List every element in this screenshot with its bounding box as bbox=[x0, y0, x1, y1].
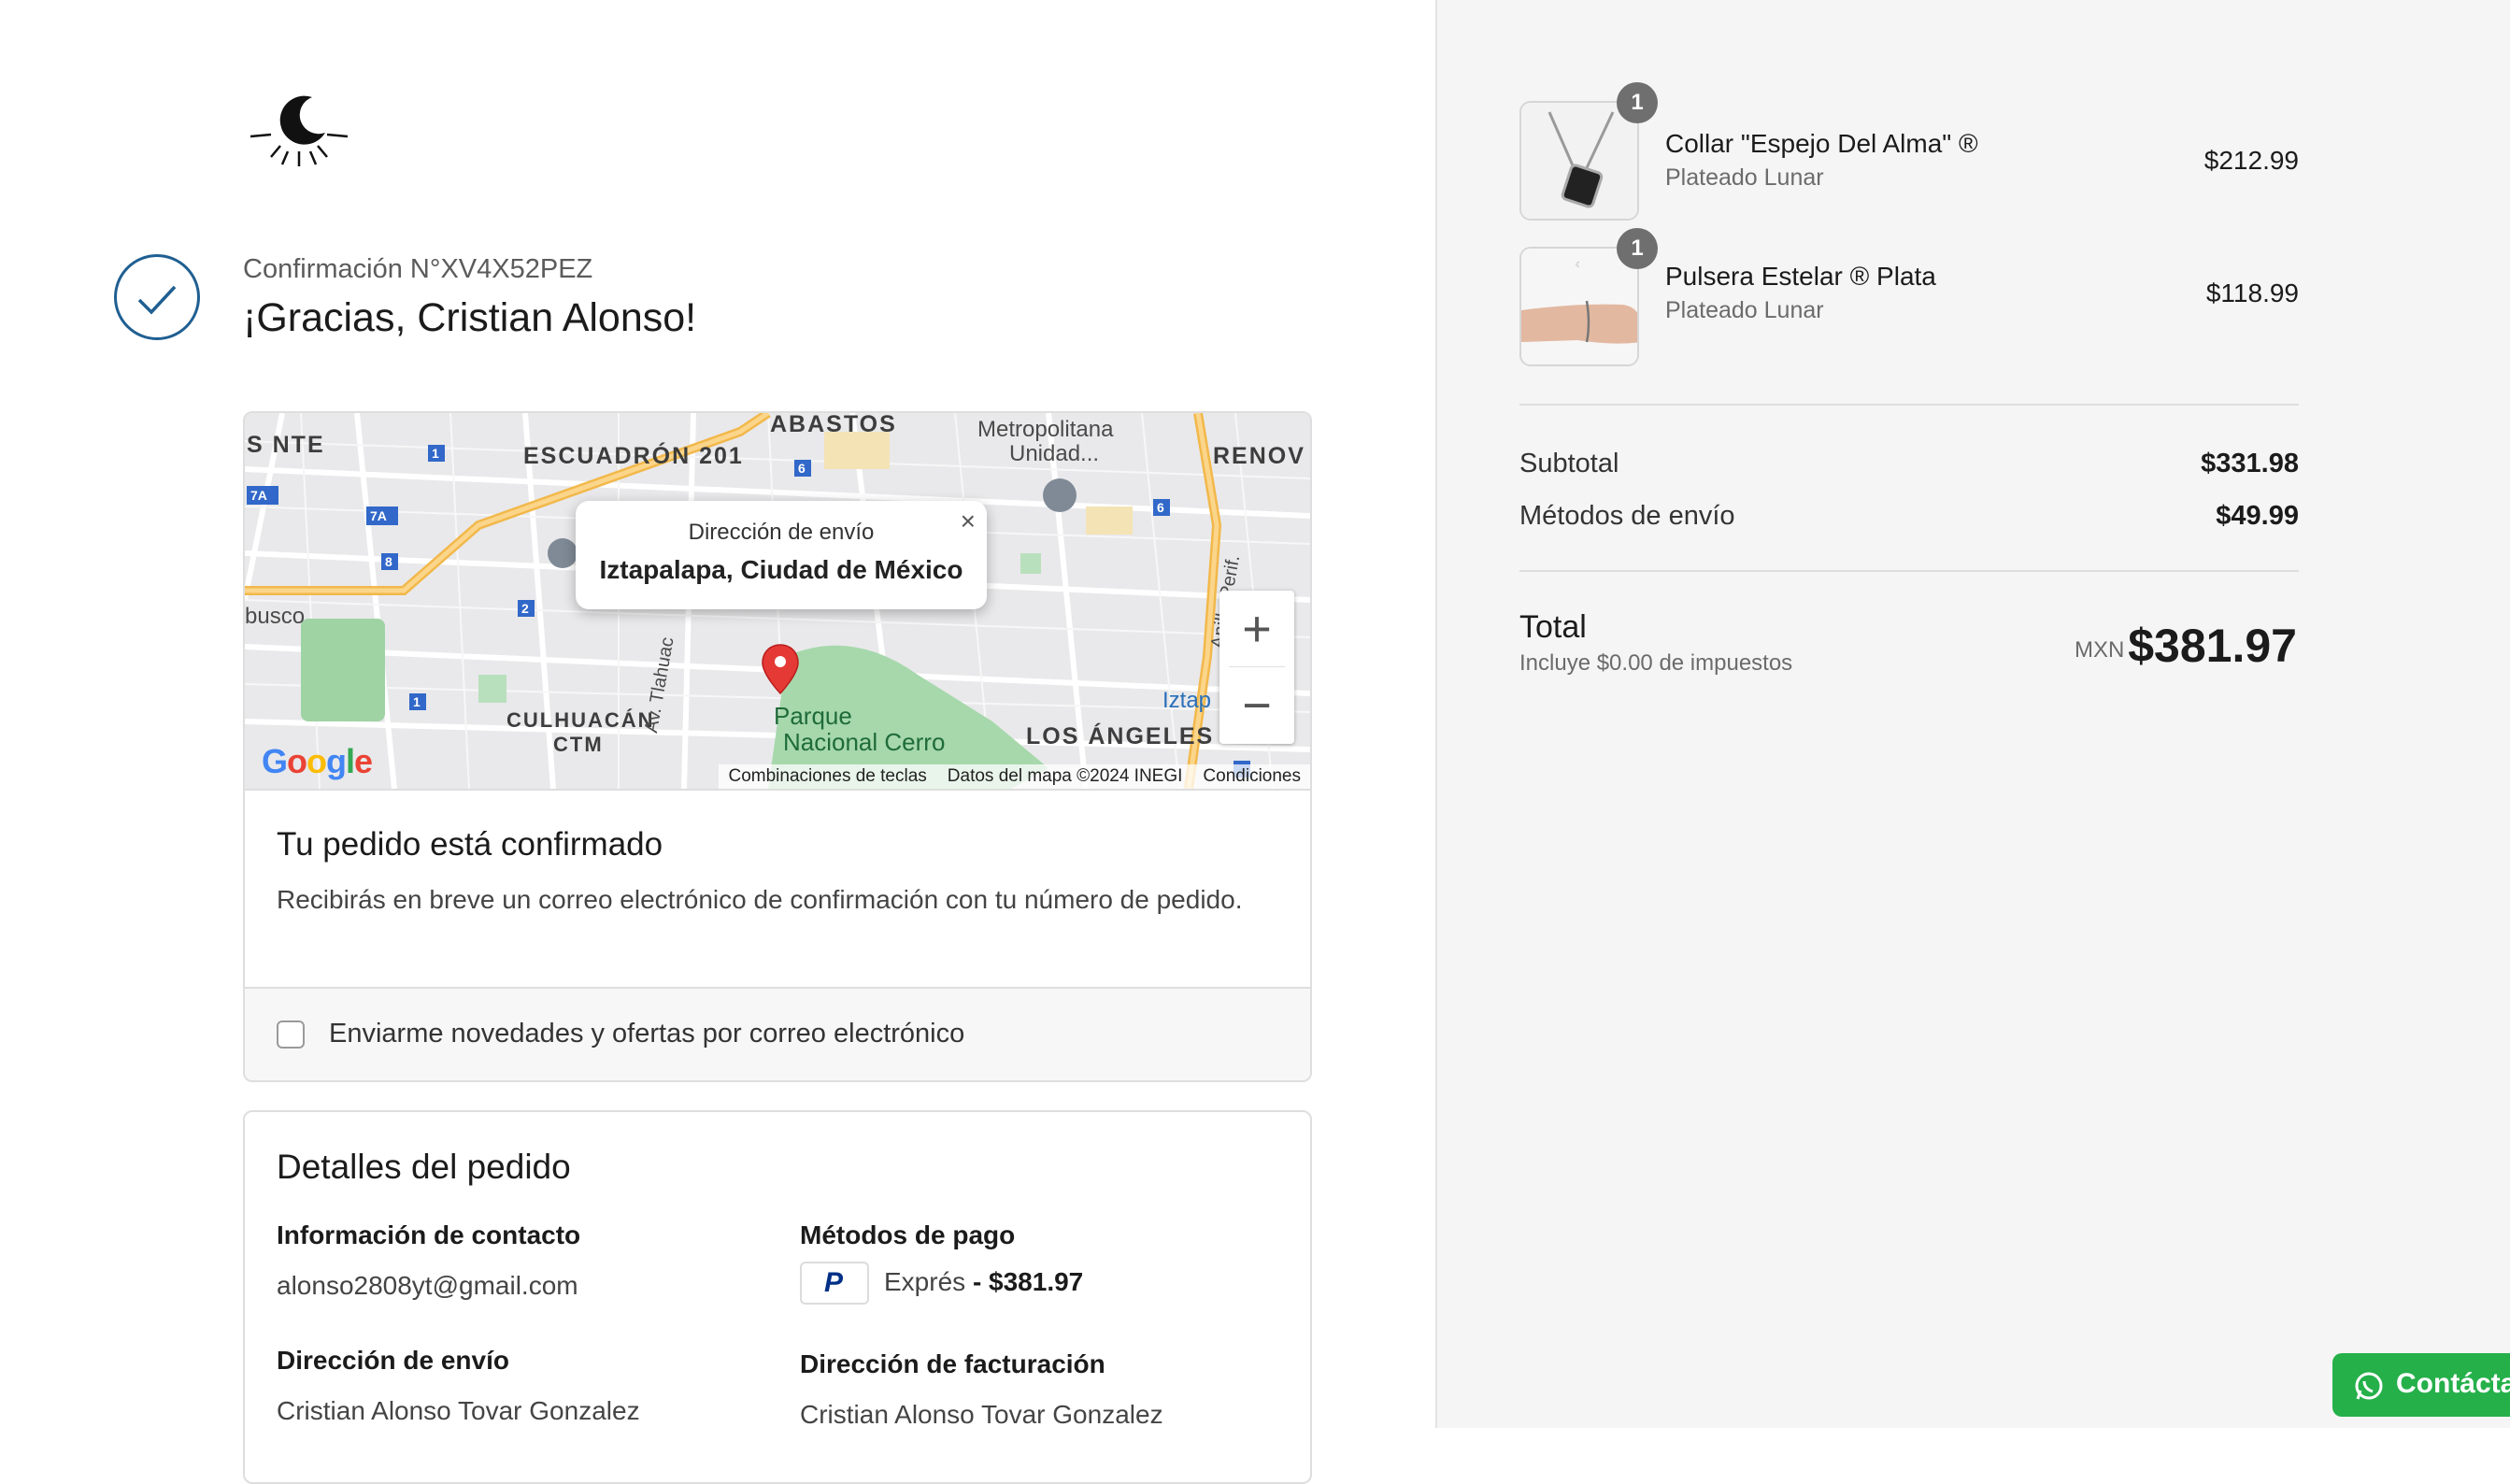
map-footer: Combinaciones de teclas Datos del mapa ©… bbox=[719, 764, 1310, 789]
map-label: Iztap bbox=[1162, 688, 1212, 713]
paypal-icon: P bbox=[800, 1262, 869, 1305]
shipping-address-name: Cristian Alonso Tovar Gonzalez bbox=[277, 1396, 640, 1425]
google-logo: Google bbox=[262, 742, 373, 780]
whatsapp-icon bbox=[2355, 1372, 2383, 1400]
confirmed-text: Recibirás en breve un correo electrónico… bbox=[277, 885, 1243, 914]
total-label: Total bbox=[1519, 609, 1587, 645]
item-name: Pulsera Estelar ® Plata bbox=[1665, 262, 1936, 291]
map-label: Unidad... bbox=[1009, 441, 1100, 466]
billing-address-heading: Dirección de facturación bbox=[800, 1349, 1105, 1378]
popup-address: Iztapalapa, Ciudad de México bbox=[599, 555, 963, 584]
success-check-icon bbox=[114, 254, 200, 340]
checkout-main: Confirmación N°XV4X52PEZ ¡Gracias, Crist… bbox=[0, 0, 1435, 1484]
subtotal-label: Subtotal bbox=[1519, 449, 1619, 478]
item-variant: Plateado Lunar bbox=[1665, 164, 1824, 191]
payment-amount: - $381.97 bbox=[972, 1267, 1084, 1296]
order-summary: 1 Collar "Espejo Del Alma" ® Plateado Lu… bbox=[1435, 0, 2510, 1428]
confirmation-number: Confirmación N°XV4X52PEZ bbox=[243, 254, 593, 284]
whatsapp-contact-button[interactable]: Contácta bbox=[2332, 1353, 2510, 1417]
thank-you-heading: ¡Gracias, Cristian Alonso! bbox=[243, 295, 697, 340]
svg-text:7A: 7A bbox=[370, 508, 387, 523]
map-pin-icon bbox=[762, 644, 799, 695]
address-popup: Dirección de envío Iztapalapa, Ciudad de… bbox=[576, 501, 987, 609]
shipping-value: $49.99 bbox=[2216, 501, 2299, 531]
quantity-badge: 1 bbox=[1617, 82, 1658, 123]
shipping-map[interactable]: 1 7A 7A 8 2 1 6 6 ABASTOS ESCUADRÓN 201 S NTE… bbox=[245, 413, 1310, 789]
popup-title: Dirección de envío bbox=[688, 520, 875, 545]
shipping-label: Métodos de envío bbox=[1519, 501, 1735, 531]
map-label: CULHUACÁN bbox=[506, 708, 655, 732]
divider bbox=[1519, 404, 2299, 406]
tax-note: Incluye $0.00 de impuestos bbox=[1519, 650, 1793, 676]
map-zoom-controls: + − bbox=[1219, 591, 1294, 744]
divider bbox=[1519, 570, 2299, 572]
svg-text:7A: 7A bbox=[250, 488, 267, 503]
item-price: $212.99 bbox=[2203, 146, 2299, 175]
item-name: Collar "Espejo Del Alma" ® bbox=[1665, 129, 1978, 158]
moon-sun-logo-icon bbox=[250, 95, 349, 166]
order-details-card: Detalles del pedido Información de conta… bbox=[243, 1110, 1312, 1484]
shipping-address-heading: Dirección de envío bbox=[277, 1346, 509, 1375]
map-label: S NTE bbox=[247, 432, 325, 458]
product-thumbnail: ☾ bbox=[1519, 247, 1639, 366]
newsletter-label[interactable]: Enviarme novedades y ofertas por correo … bbox=[329, 1019, 964, 1049]
bracelet-image-icon: ☾ bbox=[1521, 249, 1637, 364]
contact-heading: Información de contacto bbox=[277, 1220, 581, 1249]
map-label: busco bbox=[245, 604, 306, 629]
svg-text:6: 6 bbox=[1157, 500, 1164, 515]
cart-item: ☾ 1 Pulsera Estelar ® Plata Plateado Lun… bbox=[1519, 228, 2299, 368]
total-value: $381.97 bbox=[2128, 620, 2297, 672]
map-terms-link[interactable]: Condiciones bbox=[1203, 764, 1301, 789]
confirmed-title: Tu pedido está confirmado bbox=[277, 826, 663, 863]
svg-text:☾: ☾ bbox=[1576, 261, 1582, 269]
svg-text:8: 8 bbox=[385, 554, 392, 569]
svg-text:6: 6 bbox=[798, 461, 806, 476]
map-label: ESCUADRÓN 201 bbox=[523, 443, 744, 469]
keyboard-shortcuts-link[interactable]: Combinaciones de teclas bbox=[728, 764, 926, 789]
whatsapp-label[interactable]: Contácta bbox=[2396, 1368, 2510, 1400]
newsletter-optin[interactable]: Enviarme novedades y ofertas por correo … bbox=[245, 987, 1310, 1080]
close-icon[interactable]: × bbox=[961, 507, 976, 536]
svg-text:1: 1 bbox=[432, 446, 439, 461]
map-label: CTM bbox=[553, 733, 604, 756]
svg-text:2: 2 bbox=[521, 601, 529, 616]
payment-method: Exprés bbox=[884, 1267, 966, 1296]
zoom-in-button[interactable]: + bbox=[1219, 591, 1294, 667]
item-variant: Plateado Lunar bbox=[1665, 297, 1824, 323]
quantity-badge: 1 bbox=[1617, 228, 1658, 269]
currency-code: MXN bbox=[2075, 637, 2125, 663]
newsletter-checkbox[interactable] bbox=[277, 1020, 305, 1049]
shipping-row: Métodos de envío $49.99 bbox=[1519, 501, 2299, 532]
zoom-out-button[interactable]: − bbox=[1219, 667, 1294, 744]
map-label: Nacional Cerro bbox=[783, 728, 946, 756]
confirmation-card: 1 7A 7A 8 2 1 6 6 ABASTOS ESCUADRÓN 201 S NTE… bbox=[243, 411, 1312, 1082]
product-thumbnail bbox=[1519, 101, 1639, 221]
map-label: ABASTOS bbox=[770, 413, 897, 437]
map-label: RENOV bbox=[1213, 443, 1305, 469]
billing-address-name: Cristian Alonso Tovar Gonzalez bbox=[800, 1400, 1163, 1429]
confirmation-section: Tu pedido está confirmado Recibirás en b… bbox=[245, 789, 1310, 976]
subtotal-value: $331.98 bbox=[2201, 449, 2299, 478]
cart-item: 1 Collar "Espejo Del Alma" ® Plateado Lu… bbox=[1519, 82, 2299, 222]
map-label: Parque bbox=[774, 702, 852, 730]
order-details-title: Detalles del pedido bbox=[277, 1148, 571, 1186]
map-data-credit: Datos del mapa ©2024 INEGI bbox=[947, 766, 1183, 786]
subtotal-row: Subtotal $331.98 bbox=[1519, 449, 2299, 479]
map-label: Metropolitana bbox=[977, 417, 1114, 442]
payment-heading: Métodos de pago bbox=[800, 1220, 1016, 1249]
map-label: LOS ÁNGELES bbox=[1026, 723, 1215, 749]
item-price: $118.99 bbox=[2205, 278, 2299, 307]
necklace-image-icon bbox=[1521, 103, 1637, 219]
svg-text:1: 1 bbox=[413, 694, 421, 709]
payment-value: Exprés - $381.97 bbox=[884, 1267, 1083, 1297]
contact-email: alonso2808yt@gmail.com bbox=[277, 1271, 578, 1300]
